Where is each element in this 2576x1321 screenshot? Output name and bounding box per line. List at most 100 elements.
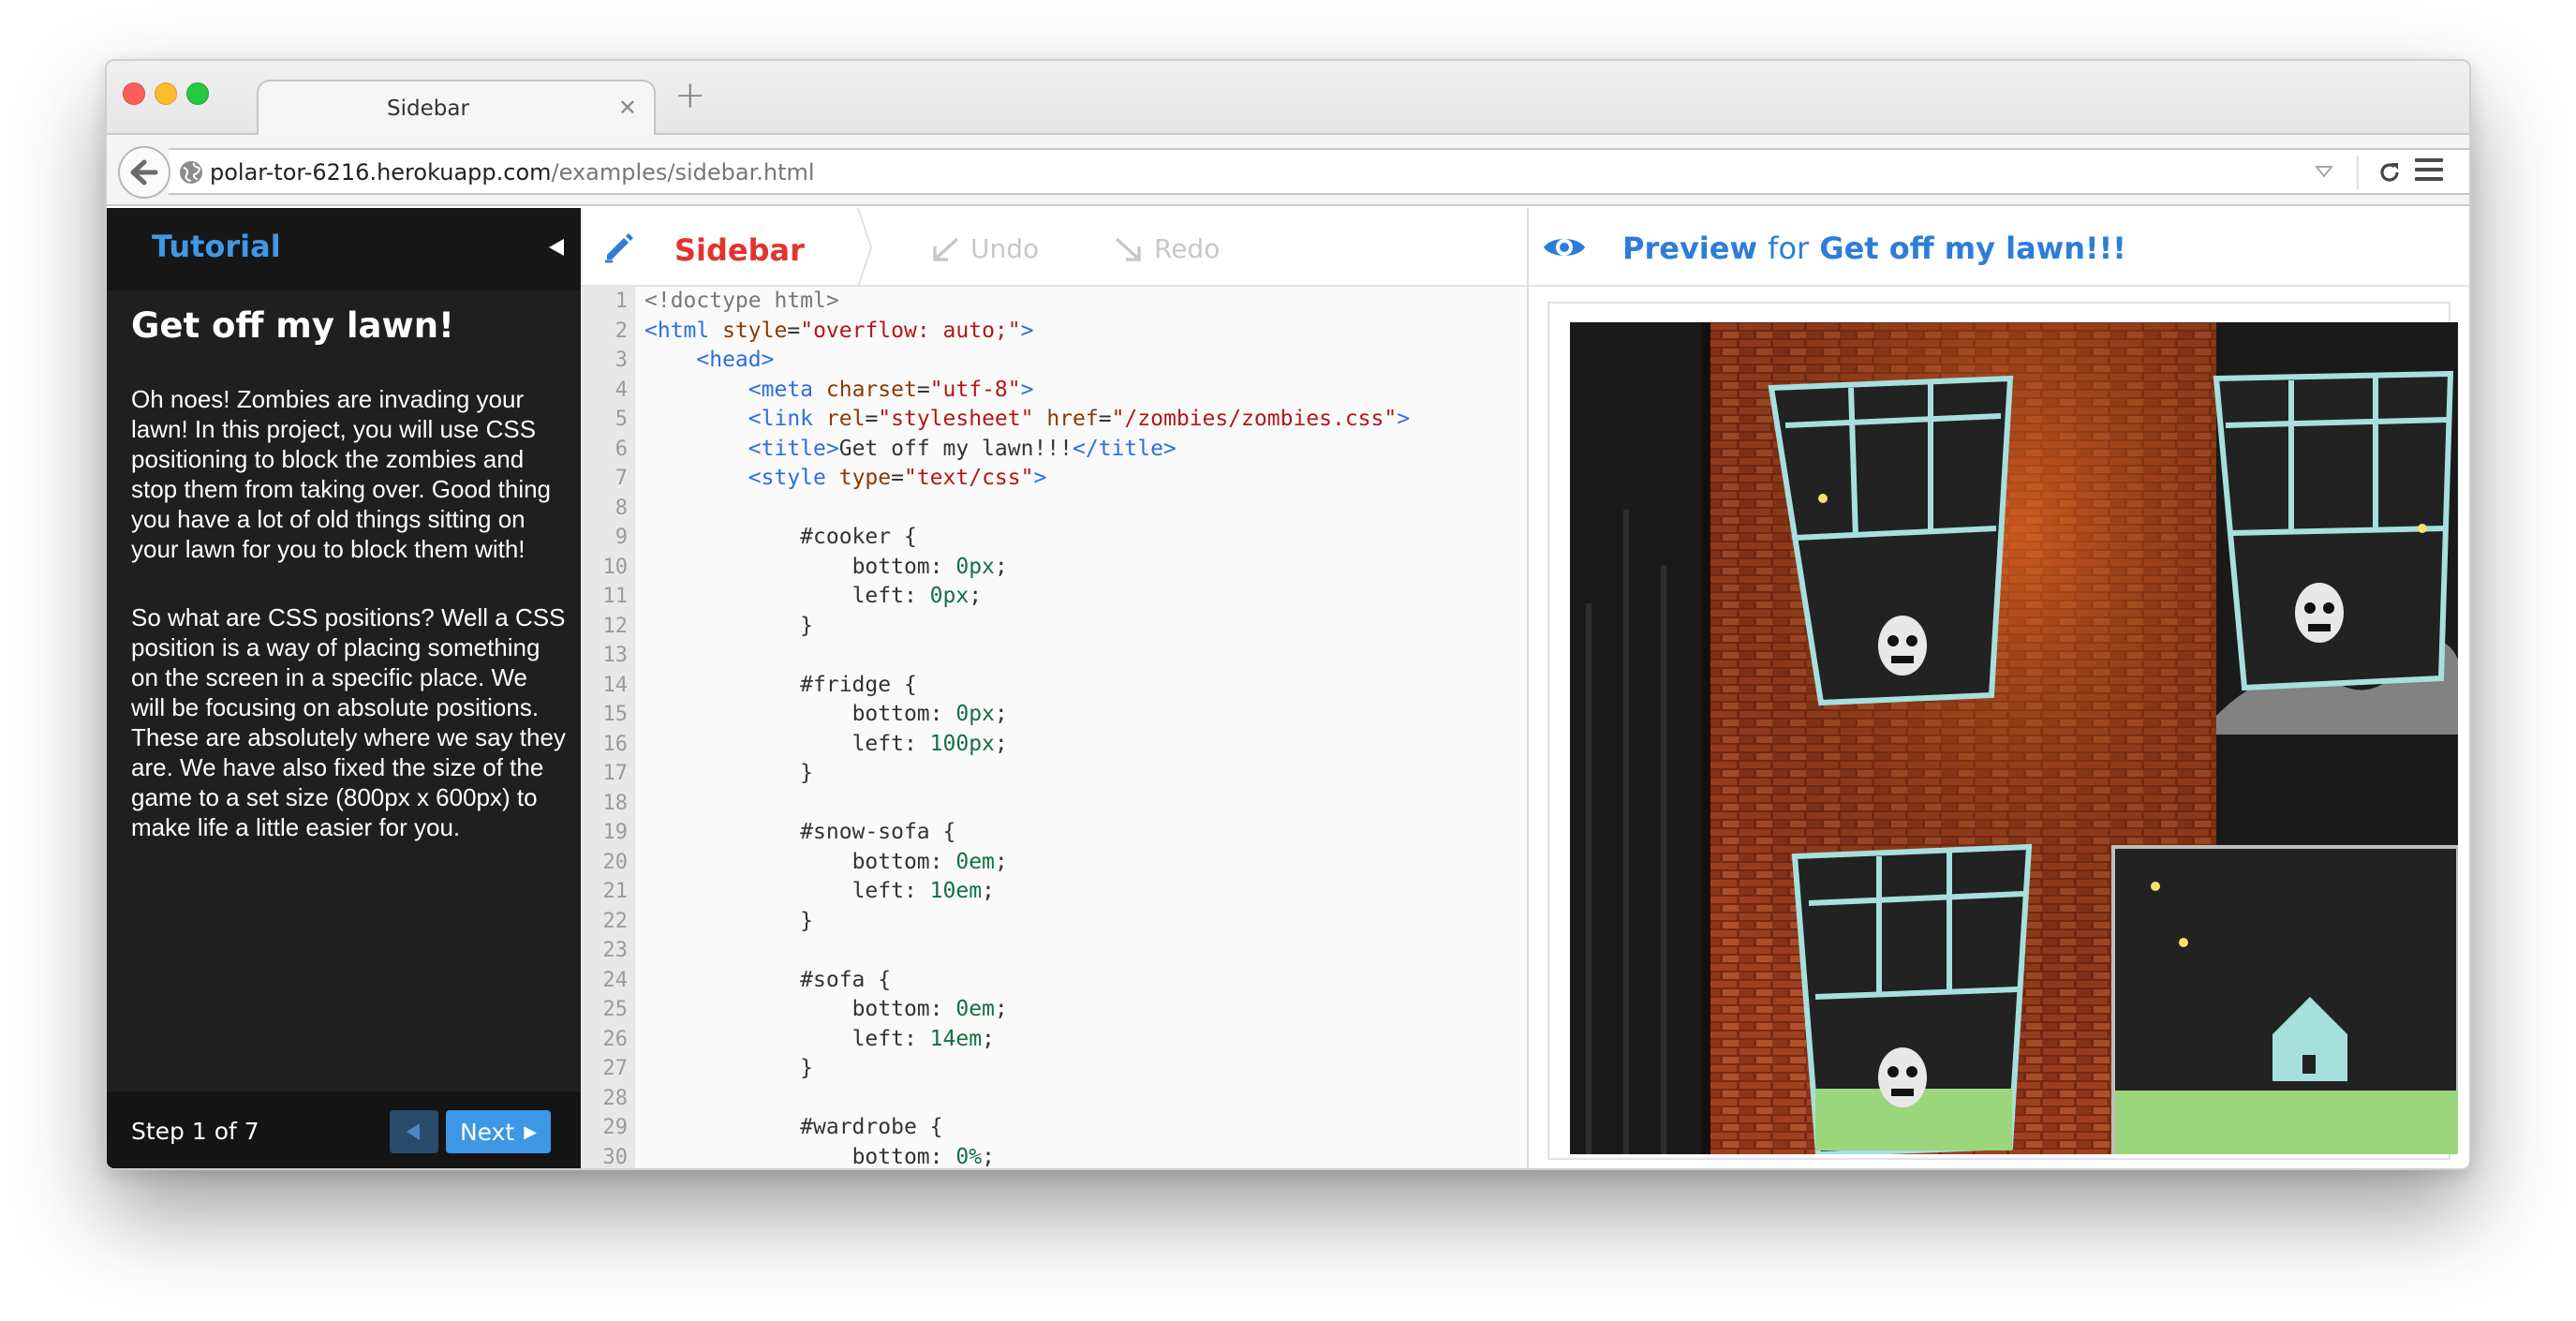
line-number: 20: [602, 850, 629, 874]
code-line[interactable]: 19 #snow-sofa {: [581, 818, 1527, 848]
line-number: 27: [602, 1057, 629, 1080]
line-number: 14: [602, 673, 629, 697]
line-number: 5: [614, 408, 628, 431]
app-area: Tutorial Get off my lawn! Oh noes! Zombi…: [107, 208, 2469, 1169]
pencil-icon: [605, 233, 633, 263]
line-number: 26: [602, 1027, 629, 1051]
line-number: 13: [602, 644, 629, 667]
collapse-triangle-icon[interactable]: [545, 236, 568, 259]
line-number: 16: [602, 732, 629, 756]
hamburger-menu-icon[interactable]: [2413, 156, 2445, 184]
url-text[interactable]: polar-tor-6216.herokuapp.com/examples/si…: [210, 159, 815, 186]
code-line[interactable]: 12 }: [581, 612, 1527, 642]
address-bar[interactable]: polar-tor-6216.herokuapp.com/examples/si…: [169, 148, 2469, 195]
code-line[interactable]: 28: [581, 1084, 1527, 1114]
url-path: /examples/sidebar.html: [551, 159, 815, 186]
code-line[interactable]: 3 <head>: [581, 346, 1527, 376]
code-line[interactable]: 16 left: 100px;: [581, 730, 1527, 760]
code-text: <!doctype html>: [644, 289, 839, 313]
code-line[interactable]: 18: [581, 789, 1527, 819]
code-text: #cooker {: [644, 525, 917, 549]
step-label: Step 1 of 7: [131, 1118, 259, 1145]
line-number: 29: [602, 1116, 629, 1139]
tutorial-header-title: Tutorial: [152, 229, 281, 264]
code-line[interactable]: 20 bottom: 0em;: [581, 848, 1527, 878]
code-line[interactable]: 15 bottom: 0px;: [581, 700, 1527, 730]
line-number: 17: [602, 762, 629, 785]
code-text: left: 14em;: [851, 1026, 995, 1051]
code-text: <style type="text/css">: [748, 466, 1047, 490]
window-minimize-button[interactable]: [155, 82, 177, 105]
code-text: #snow-sofa {: [644, 820, 956, 844]
code-line[interactable]: 14 #fridge {: [581, 671, 1527, 701]
line-number: 6: [614, 437, 628, 461]
code-text: bottom: 0%;: [851, 1144, 995, 1169]
window-maximize-button[interactable]: [186, 82, 209, 105]
code-text: }: [644, 761, 814, 785]
code-line[interactable]: 21 left: 10em;: [581, 877, 1527, 907]
tutorial-footer: Step 1 of 7 Next ▶: [107, 1091, 581, 1168]
browser-tab[interactable]: Sidebar ✕: [257, 80, 656, 137]
redo-label: Redo: [1154, 233, 1221, 264]
code-line[interactable]: 23: [581, 936, 1527, 966]
code-line[interactable]: 10 bottom: 0px;: [581, 553, 1527, 583]
code-line[interactable]: 13: [581, 641, 1527, 671]
redo-button[interactable]: Redo: [1113, 233, 1220, 264]
previous-step-button[interactable]: [390, 1110, 438, 1153]
code-line[interactable]: 6 <title>Get off my lawn!!!</title>: [581, 435, 1527, 465]
preview-page-title: Get off my lawn!!!: [1819, 230, 2126, 266]
editor-toolbar: Sidebar Undo Redo: [581, 208, 1527, 287]
code-line[interactable]: 2 <html style="overflow: auto;">: [581, 317, 1527, 347]
tab-title: Sidebar: [387, 96, 469, 121]
tutorial-paragraph: Oh noes! Zombies are invading your lawn!…: [131, 385, 552, 563]
line-number: 23: [602, 939, 629, 962]
prev-triangle-icon: [407, 1123, 420, 1140]
tutorial-sidebar: Tutorial Get off my lawn! Oh noes! Zombi…: [107, 208, 581, 1168]
code-line[interactable]: 1 <!doctype html>: [581, 287, 1527, 317]
line-number: 10: [602, 555, 629, 579]
code-line[interactable]: 29 #wardrobe {: [581, 1113, 1527, 1143]
code-line[interactable]: 25 bottom: 0em;: [581, 995, 1527, 1025]
tab-separator: [857, 208, 873, 287]
tutorial-header: Tutorial: [107, 208, 581, 290]
undo-button[interactable]: Undo: [929, 233, 1039, 264]
line-number: 22: [602, 909, 629, 933]
url-host: polar-tor-6216.herokuapp.com: [210, 159, 552, 186]
code-line[interactable]: 17 }: [581, 759, 1527, 789]
line-number: 18: [602, 791, 629, 815]
globe-icon: [180, 161, 202, 184]
code-line[interactable]: 26 left: 14em;: [581, 1025, 1527, 1055]
line-number: 19: [602, 821, 629, 844]
code-line[interactable]: 7 <style type="text/css">: [581, 464, 1527, 494]
code-text: #fridge {: [644, 672, 917, 697]
reload-icon[interactable]: [2376, 159, 2403, 186]
code-line[interactable]: 27 }: [581, 1054, 1527, 1084]
code-editor: Sidebar Undo Redo 1 <!doctype html> 2 <h…: [581, 208, 1529, 1169]
preview-header: Preview for Get off my lawn!!!: [1529, 208, 2469, 287]
browser-window: Sidebar ✕ + polar-tor-6216.herokuapp.com…: [105, 59, 2471, 1170]
code-line[interactable]: 9 #cooker {: [581, 523, 1527, 553]
undo-label: Undo: [970, 233, 1040, 264]
code-line[interactable]: 30 bottom: 0%;: [581, 1143, 1527, 1169]
code-line[interactable]: 8: [581, 494, 1527, 524]
code-text: left: 10em;: [851, 879, 995, 903]
line-number: 12: [602, 614, 629, 638]
code-area[interactable]: 1 <!doctype html> 2 <html style="overflow: …: [581, 287, 1527, 1169]
back-button[interactable]: [118, 146, 170, 199]
window-close-button[interactable]: [123, 82, 145, 105]
code-text: <link rel="stylesheet" href="/zombies/zo…: [748, 407, 1411, 431]
next-step-button[interactable]: Next ▶: [446, 1110, 551, 1153]
code-line[interactable]: 11 left: 0px;: [581, 582, 1527, 612]
zombie-game-canvas[interactable]: [1570, 322, 2458, 1154]
tab-close-icon[interactable]: ✕: [618, 95, 637, 121]
dropdown-icon[interactable]: [2314, 161, 2334, 182]
code-line[interactable]: 4 <meta charset="utf-8">: [581, 376, 1527, 406]
file-tab[interactable]: Sidebar: [581, 208, 873, 287]
code-line[interactable]: 5 <link rel="stylesheet" href="/zombies/…: [581, 405, 1527, 435]
code-line[interactable]: 24 #sofa {: [581, 966, 1527, 996]
line-number: 8: [614, 496, 628, 520]
code-text: <head>: [696, 348, 775, 372]
new-tab-button[interactable]: +: [674, 74, 706, 117]
code-line[interactable]: 22 }: [581, 907, 1527, 937]
preview-frame: [1547, 302, 2458, 1160]
